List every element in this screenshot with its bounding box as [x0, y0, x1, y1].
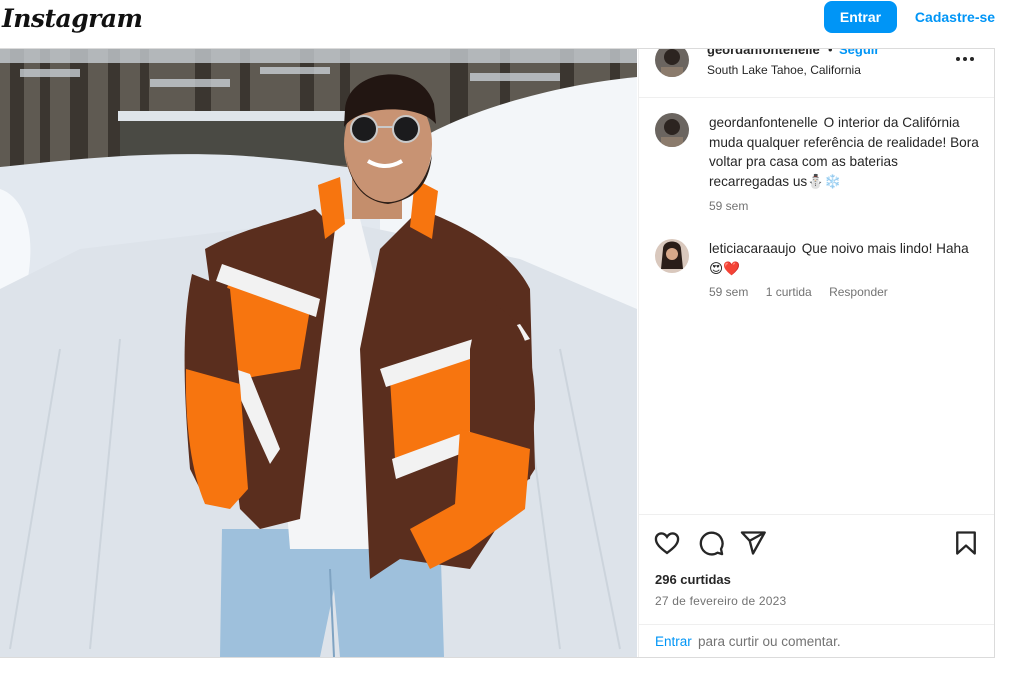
- share-icon[interactable]: [739, 529, 767, 557]
- like-count[interactable]: 296 curtidas: [655, 572, 731, 587]
- like-icon[interactable]: [653, 529, 681, 557]
- action-bar: [639, 514, 994, 557]
- caption-time[interactable]: 59 sem: [709, 199, 748, 213]
- save-icon[interactable]: [952, 529, 980, 557]
- post-photo[interactable]: [0, 49, 637, 657]
- post-image: [0, 49, 637, 657]
- author-username[interactable]: geordanfontenelle: [707, 49, 820, 57]
- comment-icon[interactable]: [697, 529, 725, 557]
- reply-button[interactable]: Responder: [829, 285, 888, 299]
- comment-item: leticiacaraaujo Que noivo mais lindo! Ha…: [655, 239, 985, 309]
- caption-comment: geordanfontenelle O interior da Califórn…: [655, 113, 985, 223]
- caption-avatar[interactable]: [655, 113, 689, 147]
- login-prompt: Entrar para curtir ou comentar.: [639, 624, 994, 657]
- instagram-logo[interactable]: Instagram: [2, 4, 143, 33]
- login-button[interactable]: Entrar: [824, 1, 897, 33]
- post-date[interactable]: 27 de fevereiro de 2023: [655, 594, 786, 608]
- caption-username[interactable]: geordanfontenelle: [709, 115, 818, 130]
- header-separator: •: [828, 48, 833, 57]
- login-link[interactable]: Entrar: [655, 634, 692, 649]
- comment-likes[interactable]: 1 curtida: [766, 285, 812, 299]
- more-options-icon[interactable]: [955, 52, 975, 66]
- author-avatar[interactable]: [655, 49, 689, 77]
- post-card: geordanfontenelle • Seguir South Lake Ta…: [0, 48, 995, 658]
- post-header: geordanfontenelle • Seguir South Lake Ta…: [639, 48, 994, 98]
- login-prompt-text: para curtir ou comentar.: [698, 634, 841, 649]
- comment-time[interactable]: 59 sem: [709, 285, 748, 299]
- post-details-panel: geordanfontenelle • Seguir South Lake Ta…: [638, 48, 994, 657]
- comment-text-block: leticiacaraaujo Que noivo mais lindo! Ha…: [709, 239, 979, 278]
- caption-meta: 59 sem: [709, 199, 762, 213]
- follow-button[interactable]: Seguir: [839, 49, 879, 57]
- top-bar: Instagram Entrar Cadastre-se: [0, 0, 1024, 44]
- post-location[interactable]: South Lake Tahoe, California: [707, 63, 861, 77]
- comment-meta: 59 sem 1 curtida Responder: [709, 285, 902, 299]
- signup-link[interactable]: Cadastre-se: [906, 1, 1004, 33]
- commenter-username[interactable]: leticiacaraaujo: [709, 241, 796, 256]
- commenter-avatar[interactable]: [655, 239, 689, 273]
- caption-text-block: geordanfontenelle O interior da Califórn…: [709, 113, 979, 191]
